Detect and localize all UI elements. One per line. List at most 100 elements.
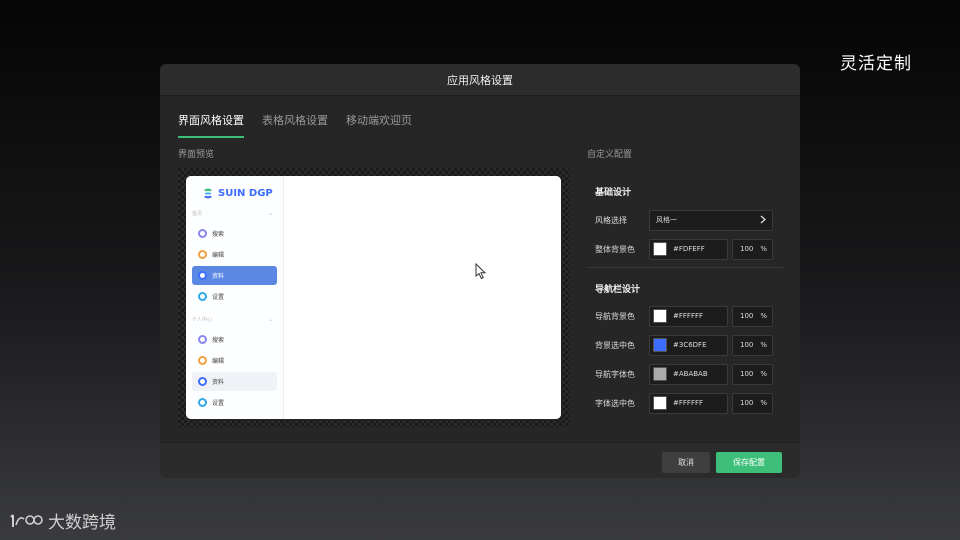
preview-nav-item[interactable]: 搜索 — [192, 330, 277, 349]
preview-sidebar: SUIN DGP 首页 ⌄ 搜索 编辑 资料 设置 个人中心 ⌄ 搜索 编辑 资… — [186, 176, 284, 419]
preview-nav-item-label: 搜索 — [212, 231, 225, 238]
edit-icon — [198, 250, 207, 259]
preview-logo: SUIN DGP — [186, 176, 283, 202]
opacity-value: 100 — [740, 370, 754, 378]
nav-font-color-label: 导航字体色 — [595, 369, 635, 379]
selected-bg-color-value: #3C6DFE — [673, 341, 707, 349]
nav-font-color-field[interactable]: #ABABAB — [649, 363, 728, 385]
selected-font-opacity-field[interactable]: 100 % — [732, 392, 773, 414]
color-swatch[interactable] — [653, 338, 667, 352]
preview-nav-item-selected[interactable]: 资料 — [192, 266, 277, 285]
selected-bg-color-label: 背景选中色 — [595, 340, 635, 350]
opacity-value: 100 — [740, 245, 754, 253]
preview-nav-item[interactable]: 编辑 — [192, 245, 277, 264]
bg-opacity-field[interactable]: 100 % — [732, 238, 773, 260]
style-select-label: 风格选择 — [595, 215, 627, 225]
style-select[interactable]: 风格一 — [649, 209, 773, 231]
preview-group-label: 首页 — [192, 210, 203, 217]
nav-font-color-row: 导航字体色 #ABABAB 100 % — [587, 363, 783, 385]
color-swatch[interactable] — [653, 242, 667, 256]
preview-content — [284, 176, 561, 419]
config-divider — [587, 267, 783, 268]
mouse-cursor-icon — [475, 262, 487, 284]
selected-bg-color-row: 背景选中色 #3C6DFE 100 % — [587, 334, 783, 356]
selected-font-color-field[interactable]: #FFFFFF — [649, 392, 728, 414]
search-icon — [198, 335, 207, 344]
nav-bg-color-row: 导航背景色 #FFFFFF 100 % — [587, 305, 783, 327]
preview-nav-item-label: 编辑 — [212, 358, 225, 365]
percent-unit: % — [760, 399, 767, 407]
tab-bar: 界面风格设置 表格风格设置 移动端欢迎页 — [178, 112, 412, 138]
nav-font-opacity-field[interactable]: 100 % — [732, 363, 773, 385]
color-swatch[interactable] — [653, 396, 667, 410]
opacity-value: 100 — [740, 341, 754, 349]
percent-unit: % — [760, 370, 767, 378]
preview-area: SUIN DGP 首页 ⌄ 搜索 编辑 资料 设置 个人中心 ⌄ 搜索 编辑 资… — [178, 168, 569, 427]
color-swatch[interactable] — [653, 367, 667, 381]
dialog-header: 应用风格设置 — [160, 64, 800, 96]
bg-color-field[interactable]: #FDFEFF — [649, 238, 728, 260]
preview-window: SUIN DGP 首页 ⌄ 搜索 编辑 资料 设置 个人中心 ⌄ 搜索 编辑 资… — [186, 176, 561, 419]
nav-bg-opacity-field[interactable]: 100 % — [732, 305, 773, 327]
selected-font-color-row: 字体选中色 #FFFFFF 100 % — [587, 392, 783, 414]
opacity-value: 100 — [740, 312, 754, 320]
corner-title: 灵活定制 — [840, 54, 912, 74]
nav-bg-color-field[interactable]: #FFFFFF — [649, 305, 728, 327]
preview-label: 界面预览 — [178, 150, 215, 160]
bg-color-row: 整体背景色 #FDFEFF 100 % — [587, 238, 783, 260]
search-icon — [198, 229, 207, 238]
document-icon — [198, 271, 207, 280]
color-swatch[interactable] — [653, 309, 667, 323]
settings-icon — [198, 292, 207, 301]
brand: 大数跨境 — [10, 508, 116, 533]
dialog-footer: 取消 保存配置 — [160, 442, 800, 478]
selected-font-color-label: 字体选中色 — [595, 398, 635, 408]
preview-group-header[interactable]: 个人中心 ⌄ — [186, 308, 283, 330]
logo-icon — [202, 184, 214, 203]
selected-bg-color-field[interactable]: #3C6DFE — [649, 334, 728, 356]
preview-nav-item-label: 资料 — [212, 273, 225, 280]
brand-text: 大数跨境 — [48, 513, 116, 533]
selected-font-color-value: #FFFFFF — [673, 399, 704, 407]
tab-table-style[interactable]: 表格风格设置 — [262, 112, 328, 138]
percent-unit: % — [760, 341, 767, 349]
bg-color-label: 整体背景色 — [595, 244, 635, 254]
preview-group-label: 个人中心 — [192, 316, 213, 323]
document-icon — [198, 377, 207, 386]
config-panel: 基础设计 风格选择 风格一 整体背景色 #FDFEFF 100 % 导航栏设计 — [587, 168, 783, 421]
preview-group-header[interactable]: 首页 ⌄ — [186, 202, 283, 224]
preview-nav-item[interactable]: 设置 — [192, 287, 277, 306]
config-label: 自定义配置 — [587, 150, 633, 160]
preview-nav-item-label: 搜索 — [212, 337, 225, 344]
cancel-button[interactable]: 取消 — [662, 452, 710, 473]
nav-bg-color-value: #FFFFFF — [673, 312, 704, 320]
bg-color-value: #FDFEFF — [673, 245, 705, 253]
opacity-value: 100 — [740, 399, 754, 407]
nav-font-color-value: #ABABAB — [673, 370, 708, 378]
preview-logo-text: SUIN DGP — [218, 187, 273, 199]
preview-nav-item[interactable]: 设置 — [192, 393, 277, 412]
percent-unit: % — [760, 245, 767, 253]
style-select-row: 风格选择 风格一 — [587, 209, 783, 231]
dialog-title: 应用风格设置 — [447, 73, 513, 87]
settings-icon — [198, 398, 207, 407]
brand-logo-icon — [10, 511, 44, 531]
preview-nav-item-label: 设置 — [212, 400, 225, 407]
preview-nav-item-label: 编辑 — [212, 252, 225, 259]
preview-nav-item-label: 设置 — [212, 294, 225, 301]
preview-nav-item[interactable]: 编辑 — [192, 351, 277, 370]
tab-mobile-welcome[interactable]: 移动端欢迎页 — [346, 112, 412, 138]
basic-design-title: 基础设计 — [595, 188, 632, 198]
chevron-down-icon: ⌄ — [267, 209, 273, 217]
selected-bg-opacity-field[interactable]: 100 % — [732, 334, 773, 356]
tab-interface-style[interactable]: 界面风格设置 — [178, 112, 244, 138]
nav-design-title: 导航栏设计 — [595, 285, 641, 295]
style-select-value: 风格一 — [656, 216, 677, 224]
preview-nav-item-hover[interactable]: 资料 — [192, 372, 277, 391]
chevron-down-icon: ⌄ — [267, 315, 273, 323]
preview-nav-item[interactable]: 搜索 — [192, 224, 277, 243]
save-config-button[interactable]: 保存配置 — [716, 452, 782, 473]
chevron-right-icon — [760, 215, 766, 226]
nav-bg-color-label: 导航背景色 — [595, 311, 635, 321]
percent-unit: % — [760, 312, 767, 320]
